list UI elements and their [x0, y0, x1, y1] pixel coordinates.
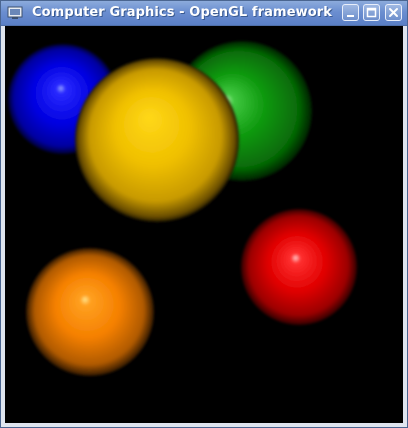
close-button[interactable]	[385, 4, 402, 21]
red-sphere	[241, 209, 357, 325]
close-icon	[389, 8, 398, 17]
minimize-button[interactable]	[342, 4, 359, 21]
maximize-icon	[366, 7, 377, 18]
app-window: Computer Graphics - OpenGL framework	[0, 0, 408, 428]
yellow-sphere	[75, 58, 239, 222]
title-bar[interactable]: Computer Graphics - OpenGL framework	[1, 1, 407, 26]
minimize-icon	[347, 15, 354, 17]
window-title: Computer Graphics - OpenGL framework	[32, 5, 333, 20]
scene-canvas	[8, 41, 357, 376]
opengl-viewport[interactable]	[5, 26, 403, 423]
orange-sphere	[26, 248, 154, 376]
window-icon[interactable]	[7, 5, 23, 19]
maximize-button[interactable]	[363, 4, 380, 21]
